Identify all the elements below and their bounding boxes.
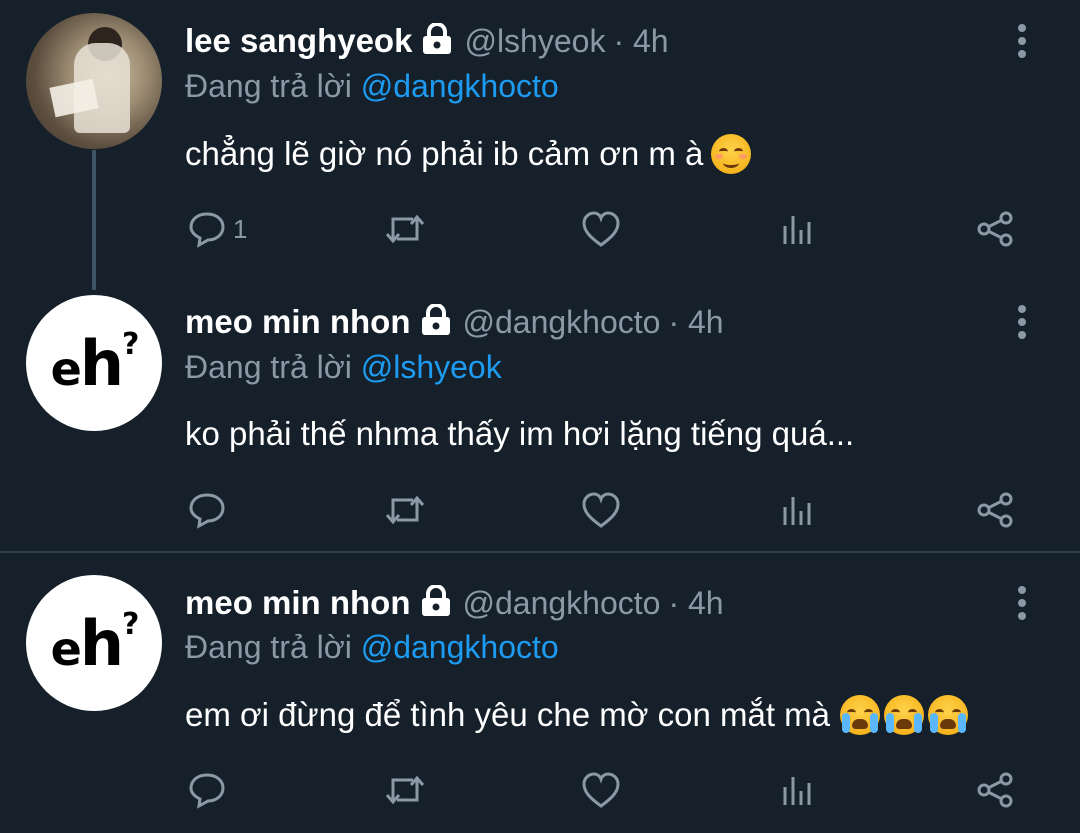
share-button[interactable] [975, 771, 1015, 809]
tweet-actions [185, 491, 1025, 531]
reply-prefix: Đang trả lời [185, 68, 361, 104]
like-button[interactable] [580, 210, 622, 248]
analytics-icon [783, 777, 811, 805]
thread-line [92, 150, 96, 290]
tweet-actions: 1 [185, 210, 1025, 250]
like-button[interactable] [580, 771, 622, 809]
analytics-button[interactable] [779, 771, 815, 809]
avatar[interactable]: eh? [26, 295, 162, 431]
avatar[interactable] [26, 13, 162, 149]
lock-icon [419, 303, 453, 340]
like-icon [582, 492, 620, 528]
tweet-3[interactable]: eh? meo min nhon @dangkhocto · 4h Đang t… [0, 553, 1080, 833]
tweet-text: ko phải thế nhma thấy im hơi lặng tiếng … [185, 415, 854, 453]
retweet-button[interactable] [383, 491, 427, 529]
reply-button[interactable] [187, 491, 233, 529]
reply-icon [189, 493, 225, 529]
share-button[interactable] [975, 210, 1015, 248]
analytics-button[interactable] [779, 491, 815, 529]
user-handle[interactable]: @dangkhocto [463, 585, 661, 622]
share-button[interactable] [975, 491, 1015, 529]
more-icon[interactable] [1014, 305, 1030, 339]
retweet-icon [385, 775, 425, 805]
tweet-text-content: em ơi đừng để tình yêu che mờ con mắt mà [185, 696, 830, 733]
crying-face-emoji [840, 695, 880, 735]
reply-mention[interactable]: @lshyeok [361, 349, 502, 385]
display-name[interactable]: meo min nhon [185, 584, 411, 622]
tweet-actions [185, 771, 1025, 811]
lock-icon [419, 584, 453, 621]
share-icon [977, 211, 1013, 247]
more-icon[interactable] [1014, 586, 1030, 620]
timestamp[interactable]: · 4h [613, 23, 668, 60]
display-name[interactable]: meo min nhon [185, 303, 411, 341]
analytics-icon [783, 216, 811, 244]
tweet-header: meo min nhon @dangkhocto · 4h [185, 584, 724, 622]
smiling-face-emoji [711, 134, 752, 174]
tweet-text-content: ko phải thế nhma thấy im hơi lặng tiếng … [185, 415, 855, 452]
crying-face-emoji [928, 695, 968, 735]
replying-to: Đang trả lời @dangkhocto [185, 68, 559, 105]
retweet-icon [385, 495, 425, 525]
replying-to: Đang trả lời @lshyeok [185, 349, 502, 386]
avatar-logo: eh? [50, 326, 140, 400]
replying-to: Đang trả lời @dangkhocto [185, 629, 559, 666]
reply-count: 1 [233, 213, 248, 244]
reply-mention[interactable]: @dangkhocto [361, 629, 559, 665]
reply-icon [189, 212, 225, 248]
timestamp[interactable]: · 4h [668, 304, 723, 341]
crying-face-emoji [884, 695, 924, 735]
like-icon [582, 211, 620, 247]
user-handle[interactable]: @lshyeok [464, 23, 605, 60]
tweet-text: em ơi đừng để tình yêu che mờ con mắt mà [185, 695, 968, 735]
analytics-icon [783, 497, 811, 525]
tweet-2[interactable]: eh? meo min nhon @dangkhocto · 4h Đang t… [0, 293, 1080, 551]
retweet-button[interactable] [383, 771, 427, 809]
avatar-logo: eh? [50, 606, 140, 680]
user-handle[interactable]: @dangkhocto [463, 304, 661, 341]
tweet-header: lee sanghyeok @lshyeok · 4h [185, 22, 669, 60]
reply-button[interactable]: 1 [187, 210, 247, 248]
tweet-header: meo min nhon @dangkhocto · 4h [185, 303, 724, 341]
share-icon [977, 772, 1013, 808]
like-icon [582, 772, 620, 808]
tweet-text: chẳng lẽ giờ nó phải ib cảm ơn m à [185, 134, 752, 174]
reply-prefix: Đang trả lời [185, 349, 361, 385]
avatar[interactable]: eh? [26, 575, 162, 711]
tweet-text-content: chẳng lẽ giờ nó phải ib cảm ơn m à [185, 135, 704, 172]
display-name[interactable]: lee sanghyeok [185, 22, 412, 60]
retweet-button[interactable] [383, 210, 427, 248]
retweet-icon [385, 214, 425, 244]
more-icon[interactable] [1014, 24, 1030, 58]
timestamp[interactable]: · 4h [668, 585, 723, 622]
reply-icon [189, 773, 225, 809]
tweet-1[interactable]: lee sanghyeok @lshyeok · 4h Đang trả lời… [0, 0, 1080, 300]
reply-prefix: Đang trả lời [185, 629, 361, 665]
reply-button[interactable] [187, 771, 233, 809]
analytics-button[interactable] [779, 210, 815, 248]
reply-mention[interactable]: @dangkhocto [361, 68, 559, 104]
share-icon [977, 492, 1013, 528]
like-button[interactable] [580, 491, 622, 529]
lock-icon [420, 22, 454, 59]
